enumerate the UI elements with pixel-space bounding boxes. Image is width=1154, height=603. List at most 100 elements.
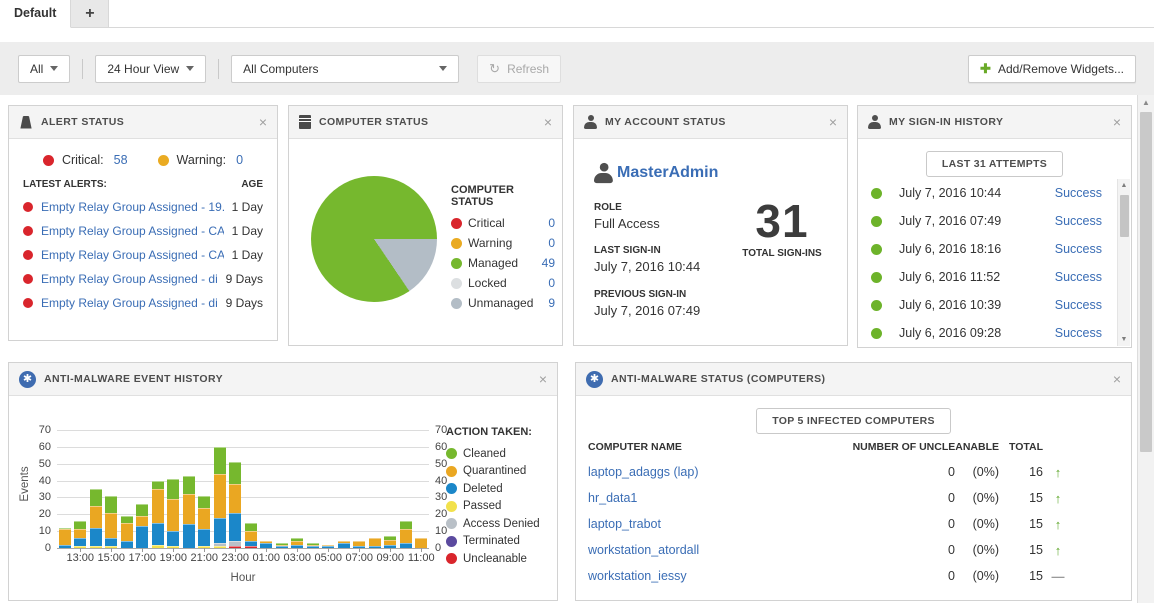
scroll-down-icon[interactable]: ▼ (1118, 336, 1130, 343)
alert-list-header: LATEST ALERTS: AGE (23, 179, 263, 190)
close-icon[interactable]: × (1113, 372, 1121, 386)
stacked-bar[interactable] (229, 462, 241, 548)
x-tick (111, 548, 112, 552)
x-tick-label: 05:00 (314, 552, 342, 564)
bar-segment-quarantined (338, 541, 350, 543)
stacked-bar[interactable] (276, 543, 288, 548)
alert-link[interactable]: Empty Relay Group Assigned - CA... (41, 224, 224, 238)
close-icon[interactable]: × (539, 372, 547, 386)
signin-result-link[interactable]: Success (1055, 186, 1102, 200)
page-scrollbar[interactable]: ▲ (1137, 95, 1154, 603)
y-tick-label: 0 (21, 542, 51, 554)
alert-summary: Critical: 58 Warning: 0 (17, 153, 269, 167)
signin-result-link[interactable]: Success (1055, 242, 1102, 256)
stacked-bar[interactable] (198, 496, 210, 548)
stacked-bar[interactable] (121, 516, 133, 548)
scope-dropdown[interactable]: All (18, 55, 70, 83)
y-tick-label: 10 (435, 525, 465, 537)
stacked-bar[interactable] (74, 521, 86, 548)
stacked-bar[interactable] (400, 521, 412, 548)
stacked-bar[interactable] (338, 541, 350, 548)
username-link[interactable]: MasterAdmin (617, 164, 718, 182)
signin-result-link[interactable]: Success (1055, 270, 1102, 284)
scroll-thumb[interactable] (1120, 195, 1129, 237)
computer-name-link[interactable]: workstation_atordall (588, 543, 699, 557)
legend-count-link[interactable]: 9 (548, 296, 555, 310)
signin-result-link[interactable]: Success (1055, 326, 1102, 340)
stacked-bar[interactable] (59, 528, 71, 548)
stacked-bar[interactable] (183, 476, 195, 548)
scroll-up-icon[interactable]: ▲ (1138, 98, 1154, 107)
bar-segment-quarantined (105, 513, 117, 538)
stacked-bar[interactable] (384, 536, 396, 548)
stacked-bar[interactable] (291, 538, 303, 548)
plus-icon: ✚ (980, 61, 991, 77)
computer-status-pie[interactable] (311, 176, 437, 302)
scroll-up-icon[interactable]: ▲ (1118, 182, 1130, 189)
warning-count-link[interactable]: 0 (236, 153, 243, 167)
signin-result-link[interactable]: Success (1055, 214, 1102, 228)
close-icon[interactable]: × (829, 115, 837, 129)
legend-count-link[interactable]: 0 (548, 236, 555, 250)
computer-name-link[interactable]: workstation_iessy (588, 569, 687, 583)
computer-name-link[interactable]: hr_data1 (588, 491, 637, 505)
tab-default[interactable]: Default (0, 0, 71, 28)
alert-row: Empty Relay Group Assigned - CA...1 Day (23, 224, 263, 238)
stacked-bar[interactable] (90, 489, 102, 548)
view-dropdown[interactable]: 24 Hour View (95, 55, 206, 83)
bar-segment-cleaned (183, 476, 195, 495)
stacked-bar[interactable] (152, 481, 164, 548)
legend-count-link[interactable]: 0 (548, 216, 555, 230)
close-icon[interactable]: × (1113, 115, 1121, 129)
alert-link[interactable]: Empty Relay Group Assigned - 19... (41, 200, 224, 214)
y-tick-label: 70 (435, 424, 465, 436)
computer-name-link[interactable]: laptop_trabot (588, 517, 661, 531)
alert-link[interactable]: Empty Relay Group Assigned - dir... (41, 272, 218, 286)
stacked-bar[interactable] (167, 479, 179, 548)
stacked-bar[interactable] (415, 538, 427, 548)
critical-count-link[interactable]: 58 (114, 153, 128, 167)
computer-name-link[interactable]: laptop_adaggs (lap) (588, 465, 699, 479)
stacked-bar[interactable] (136, 504, 148, 548)
close-icon[interactable]: × (259, 115, 267, 129)
bar-segment-quarantined (307, 545, 319, 547)
computer-name-cell: laptop_trabot (588, 517, 774, 531)
stacked-bar[interactable] (260, 541, 272, 548)
x-tick (142, 548, 143, 552)
add-remove-widgets-button[interactable]: ✚ Add/Remove Widgets... (968, 55, 1136, 83)
legend-count-link[interactable]: 0 (548, 276, 555, 290)
stacked-bar[interactable] (307, 543, 319, 548)
stacked-bar[interactable] (369, 538, 381, 548)
critical-dot-icon (23, 274, 33, 284)
signin-result-link[interactable]: Success (1055, 298, 1102, 312)
bar-segment-cleaned (400, 521, 412, 529)
refresh-button[interactable]: ↻ Refresh (477, 55, 561, 83)
success-dot-icon (871, 216, 882, 227)
person-icon (584, 115, 597, 129)
alert-link[interactable]: Empty Relay Group Assigned - CA... (41, 248, 224, 262)
bar-segment-quarantined (400, 529, 412, 542)
signin-scrollbar[interactable]: ▲ ▼ (1117, 179, 1130, 346)
alert-link[interactable]: Empty Relay Group Assigned - dir... (41, 296, 218, 310)
widget-title: MY SIGN-IN HISTORY (889, 116, 1003, 128)
computers-select[interactable]: All Computers (231, 55, 459, 83)
infected-computers-rows: laptop_adaggs (lap)0(0%)16↑hr_data10(0%)… (576, 459, 1131, 589)
x-tick-label: 01:00 (252, 552, 280, 564)
legend-count-link[interactable]: 49 (542, 256, 555, 270)
alert-row: Empty Relay Group Assigned - dir...9 Day… (23, 296, 263, 310)
scroll-thumb[interactable] (1140, 112, 1152, 452)
signin-date: July 7, 2016 10:44 (899, 186, 1001, 200)
close-icon[interactable]: × (544, 115, 552, 129)
last-attempts-button[interactable]: LAST 31 ATTEMPTS (926, 151, 1063, 177)
top5-infected-button[interactable]: TOP 5 INFECTED COMPUTERS (756, 408, 951, 434)
stacked-bar[interactable] (105, 496, 117, 548)
stacked-bar[interactable] (353, 541, 365, 548)
add-tab-button[interactable]: + (71, 0, 109, 27)
bar-segment-cleaned (214, 447, 226, 474)
bar-segment-deleted (307, 546, 319, 548)
table-row: laptop_adaggs (lap)0(0%)16↑ (576, 459, 1131, 485)
bar-segment-cleaned (291, 538, 303, 541)
stacked-bar[interactable] (214, 447, 226, 548)
bar-segment-passed (90, 546, 102, 548)
stacked-bar[interactable] (245, 523, 257, 548)
